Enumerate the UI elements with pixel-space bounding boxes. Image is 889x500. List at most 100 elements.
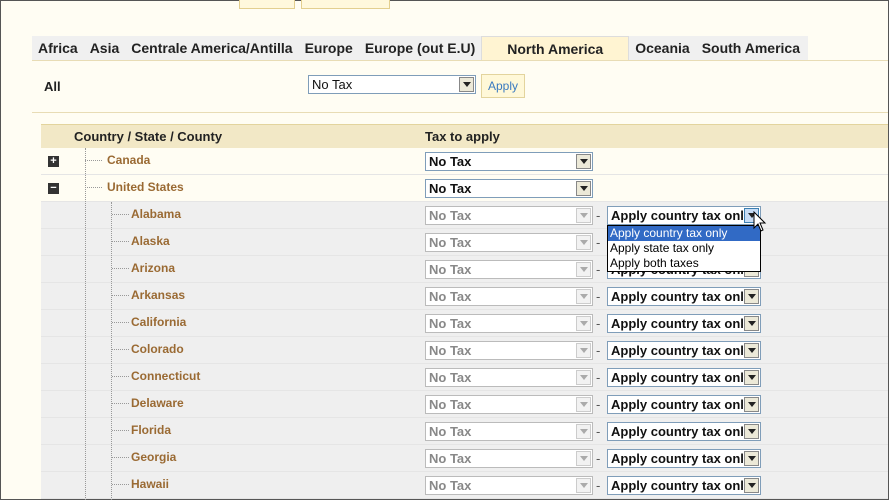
state-name[interactable]: Florida xyxy=(131,423,171,437)
tax-select[interactable]: No Tax xyxy=(425,179,593,198)
state-tax-select[interactable]: No Tax xyxy=(425,206,593,225)
state-name[interactable]: Alaska xyxy=(131,234,170,248)
state-tax-select-value: No Tax xyxy=(429,343,472,358)
tree-line xyxy=(85,148,86,500)
state-name[interactable]: Delaware xyxy=(131,396,184,410)
state-name[interactable]: Hawaii xyxy=(131,477,169,491)
tree-connector xyxy=(112,214,129,215)
state-name[interactable]: Connecticut xyxy=(131,369,200,383)
chevron-down-icon[interactable] xyxy=(576,397,591,412)
dropdown-option[interactable]: Apply country tax only xyxy=(608,226,760,241)
tax-mode-select[interactable]: Apply country tax only xyxy=(607,395,761,414)
tax-mode-select[interactable]: Apply country tax only xyxy=(607,368,761,387)
tax-mode-select-value: Apply country tax only xyxy=(611,289,752,304)
chevron-down-icon[interactable] xyxy=(744,478,759,493)
dropdown-option[interactable]: Apply both taxes xyxy=(608,256,760,271)
state-tax-select-value: No Tax xyxy=(429,397,472,412)
tab-africa[interactable]: Africa xyxy=(32,36,84,60)
tax-mode-select[interactable]: Apply country tax only xyxy=(607,206,761,225)
state-tax-select[interactable]: No Tax xyxy=(425,260,593,279)
state-name[interactable]: Alabama xyxy=(131,207,181,221)
state-tax-select[interactable]: No Tax xyxy=(425,422,593,441)
chevron-down-icon[interactable] xyxy=(744,343,759,358)
tab-oceania[interactable]: Oceania xyxy=(629,36,696,60)
tab-centrale-america[interactable]: Centrale America/Antilla xyxy=(125,36,299,60)
state-tax-select[interactable]: No Tax xyxy=(425,476,593,495)
chevron-down-icon[interactable] xyxy=(576,316,591,331)
dropdown-option[interactable]: Apply state tax only xyxy=(608,241,760,256)
state-name[interactable]: Arizona xyxy=(131,261,175,275)
state-tax-select[interactable]: No Tax xyxy=(425,368,593,387)
tax-select[interactable]: No Tax xyxy=(425,152,593,171)
tab-asia[interactable]: Asia xyxy=(83,36,126,60)
state-tax-select[interactable]: No Tax xyxy=(425,314,593,333)
chevron-down-icon[interactable] xyxy=(576,424,591,439)
tax-mode-select[interactable]: Apply country tax only xyxy=(607,422,761,441)
tax-mode-select-value: Apply country tax only xyxy=(611,208,752,223)
tax-mode-select[interactable]: Apply country tax only xyxy=(607,449,761,468)
state-name[interactable]: Georgia xyxy=(131,450,176,464)
tab-europe[interactable]: Europe xyxy=(298,36,359,60)
tree-connector xyxy=(85,187,102,188)
apply-button[interactable]: Apply xyxy=(481,74,525,98)
chevron-down-icon[interactable] xyxy=(576,370,591,385)
chevron-down-icon[interactable] xyxy=(744,370,759,385)
tree-connector xyxy=(112,376,129,377)
state-tax-select[interactable]: No Tax xyxy=(425,449,593,468)
state-tax-select-value: No Tax xyxy=(429,316,472,331)
state-tax-select[interactable]: No Tax xyxy=(425,341,593,360)
chevron-down-icon[interactable] xyxy=(744,316,759,331)
state-name[interactable]: Colorado xyxy=(131,342,184,356)
chevron-down-icon[interactable] xyxy=(576,478,591,493)
table-row-united-states: − United States No Tax xyxy=(41,175,888,202)
state-tax-select[interactable]: No Tax xyxy=(425,287,593,306)
country-name[interactable]: Canada xyxy=(107,153,150,167)
chevron-down-icon[interactable] xyxy=(576,181,591,196)
state-name[interactable]: California xyxy=(131,315,186,329)
tab-europe-out-eu[interactable]: Europe (out E.U) xyxy=(358,36,482,60)
separator-dash: - xyxy=(596,262,601,277)
tax-mode-select-value: Apply country tax only xyxy=(611,397,752,412)
chevron-down-icon[interactable] xyxy=(576,154,591,169)
tree-connector xyxy=(112,268,129,269)
table-row-state: Colorado No Tax - Apply country tax only xyxy=(41,337,888,364)
chevron-down-icon[interactable] xyxy=(459,77,474,92)
all-tax-select[interactable]: No Tax xyxy=(308,75,476,94)
chevron-down-icon[interactable] xyxy=(576,235,591,250)
tax-mode-select-value: Apply country tax only xyxy=(611,424,752,439)
tax-mode-select[interactable]: Apply country tax only xyxy=(607,314,761,333)
table-row-state: Arkansas No Tax - Apply country tax only xyxy=(41,283,888,310)
chevron-down-icon[interactable] xyxy=(576,343,591,358)
tree-connector xyxy=(112,295,129,296)
tax-mode-select[interactable]: Apply country tax only xyxy=(607,287,761,306)
tax-mode-select[interactable]: Apply country tax only xyxy=(607,341,761,360)
separator-dash: - xyxy=(596,424,601,439)
tab-north-america[interactable]: North America xyxy=(481,36,630,60)
separator-dash: - xyxy=(596,478,601,493)
separator-dash: - xyxy=(596,451,601,466)
country-name[interactable]: United States xyxy=(107,180,184,194)
chevron-down-icon[interactable] xyxy=(744,289,759,304)
tab-south-america[interactable]: South America xyxy=(695,36,808,60)
state-tax-select[interactable]: No Tax xyxy=(425,395,593,414)
tax-mode-select[interactable]: Apply country tax only xyxy=(607,476,761,495)
chevron-down-icon[interactable] xyxy=(576,451,591,466)
chevron-down-icon[interactable] xyxy=(576,208,591,223)
tax-select-value: No Tax xyxy=(429,154,472,169)
tax-table: Country / State / County Tax to apply + … xyxy=(41,124,888,500)
chevron-down-icon[interactable] xyxy=(744,424,759,439)
chevron-down-icon[interactable] xyxy=(744,451,759,466)
separator-dash: - xyxy=(596,208,601,223)
state-tax-select[interactable]: No Tax xyxy=(425,233,593,252)
tax-mode-select-value: Apply country tax only xyxy=(611,343,752,358)
expand-icon[interactable]: + xyxy=(48,156,59,167)
tax-mode-dropdown-list: Apply country tax only Apply state tax o… xyxy=(607,225,761,272)
tree-connector xyxy=(85,160,102,161)
collapse-icon[interactable]: − xyxy=(48,183,59,194)
state-name[interactable]: Arkansas xyxy=(131,288,185,302)
chevron-down-icon[interactable] xyxy=(576,289,591,304)
tax-select-value: No Tax xyxy=(429,181,472,196)
table-row-state: Florida No Tax - Apply country tax only xyxy=(41,418,888,445)
chevron-down-icon[interactable] xyxy=(744,397,759,412)
chevron-down-icon[interactable] xyxy=(576,262,591,277)
